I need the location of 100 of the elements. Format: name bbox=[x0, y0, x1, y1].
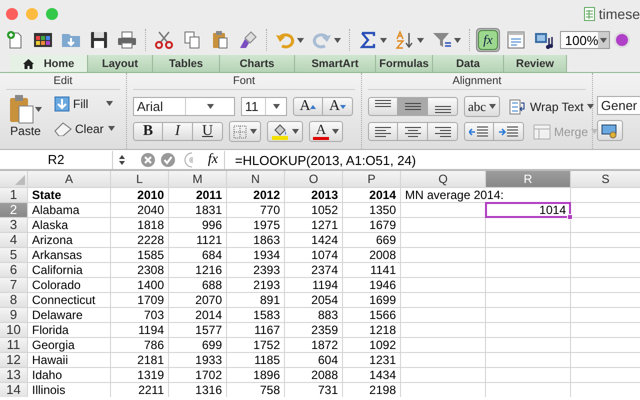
row-header[interactable]: 14 bbox=[0, 383, 27, 397]
table-cell: 1121 bbox=[169, 233, 226, 247]
caret-icon bbox=[35, 106, 42, 112]
caret-icon bbox=[591, 129, 598, 134]
outdent-icon bbox=[469, 126, 489, 138]
row-header[interactable]: 5 bbox=[0, 248, 27, 262]
table-cell: 1218 bbox=[343, 323, 400, 337]
column-header[interactable]: O bbox=[285, 171, 342, 187]
font-color-button[interactable]: A bbox=[309, 121, 343, 142]
table-cell: 2013 bbox=[285, 188, 342, 202]
insert-function-button[interactable]: fx bbox=[208, 152, 218, 168]
table-cell: 1194 bbox=[285, 278, 342, 292]
horizontal-align-button[interactable] bbox=[398, 122, 428, 141]
row-header[interactable]: 6 bbox=[0, 263, 27, 277]
increase-indent-button[interactable] bbox=[494, 122, 524, 141]
column-header[interactable]: M bbox=[169, 171, 226, 187]
table-cell: 1583 bbox=[227, 308, 284, 322]
clear-button[interactable]: Clear bbox=[51, 119, 118, 138]
table-cell: State bbox=[28, 188, 110, 202]
ribbon-tab[interactable]: Data bbox=[433, 55, 504, 72]
formula-builder-button[interactable]: fx bbox=[476, 28, 500, 52]
row-header[interactable]: 10 bbox=[0, 323, 27, 337]
table-cell: Connecticut bbox=[28, 293, 110, 307]
name-box[interactable]: R2 bbox=[0, 151, 113, 169]
table-cell: 2228 bbox=[111, 233, 168, 247]
spreadsheet-file-icon bbox=[584, 7, 595, 21]
fill-button[interactable]: Fill bbox=[51, 94, 118, 113]
caret-icon bbox=[417, 38, 424, 42]
number-format-field[interactable]: Gener bbox=[597, 96, 640, 115]
ribbon-tab[interactable]: Charts bbox=[220, 55, 295, 72]
caret-icon bbox=[272, 104, 280, 109]
borders-button[interactable] bbox=[229, 121, 261, 142]
vertical-align-button[interactable] bbox=[398, 97, 428, 116]
zoom-field[interactable]: 100% bbox=[560, 31, 610, 49]
align-icon bbox=[434, 126, 450, 136]
caret-icon bbox=[586, 104, 594, 109]
decrease-indent-button[interactable] bbox=[464, 122, 494, 141]
table-cell: 604 bbox=[285, 353, 342, 367]
row-header[interactable]: 7 bbox=[0, 278, 27, 292]
printer-icon bbox=[117, 30, 137, 50]
ribbon-tab[interactable]: Tables bbox=[153, 55, 220, 72]
paste-button[interactable]: Paste bbox=[6, 94, 45, 138]
table-cell: 1934 bbox=[227, 248, 284, 262]
table-cell: 1185 bbox=[227, 353, 284, 367]
column-header[interactable]: S bbox=[571, 171, 640, 187]
font-name-field[interactable]: Arial bbox=[133, 97, 235, 116]
wrap-text-button[interactable]: Wrap Text bbox=[506, 97, 597, 116]
selected-cell[interactable]: 1014 bbox=[486, 203, 570, 217]
column-header[interactable]: Q bbox=[401, 171, 485, 187]
copy-icon bbox=[182, 30, 202, 50]
horizontal-align-button[interactable] bbox=[368, 122, 398, 141]
table-cell: 684 bbox=[169, 248, 226, 262]
checkmark-icon[interactable] bbox=[161, 153, 175, 167]
ribbon-tab[interactable]: SmartArt bbox=[295, 55, 376, 72]
grow-font-button[interactable]: A bbox=[293, 97, 323, 116]
cancel-icon[interactable] bbox=[141, 153, 155, 167]
row-header[interactable]: 12 bbox=[0, 353, 27, 367]
formula-field[interactable]: =HLOOKUP(2013, A1:O51, 24) bbox=[225, 152, 416, 168]
fill-handle[interactable] bbox=[567, 214, 573, 220]
row-header[interactable]: 9 bbox=[0, 308, 27, 322]
table-cell: 703 bbox=[111, 308, 168, 322]
row-header[interactable]: 1 bbox=[0, 188, 27, 202]
table-cell: 1434 bbox=[343, 368, 400, 382]
horizontal-align-button[interactable] bbox=[428, 122, 458, 141]
money-icon bbox=[601, 122, 619, 138]
close-button[interactable] bbox=[6, 8, 18, 20]
circle-icon[interactable] bbox=[614, 32, 630, 48]
ribbon-tab[interactable]: Review bbox=[504, 55, 567, 72]
italic-button[interactable]: I bbox=[163, 122, 193, 141]
ribbon-tab[interactable]: Formulas bbox=[376, 55, 433, 72]
column-header[interactable]: P bbox=[343, 171, 400, 187]
fill-color-button[interactable] bbox=[267, 121, 303, 142]
table-cell: 1052 bbox=[285, 203, 342, 217]
window-title: timese bbox=[598, 6, 640, 22]
column-header[interactable]: A bbox=[28, 171, 110, 187]
caret-icon bbox=[332, 129, 339, 134]
bold-button[interactable]: B bbox=[133, 122, 163, 141]
column-header[interactable]: L bbox=[111, 171, 168, 187]
font-size-field[interactable]: 11 bbox=[241, 97, 287, 116]
align-icon bbox=[434, 106, 450, 113]
ribbon-tab[interactable]: Layout bbox=[88, 55, 153, 72]
caret-icon bbox=[600, 38, 608, 42]
orientation-button[interactable]: abc bbox=[464, 96, 500, 117]
underline-button[interactable]: U bbox=[193, 122, 223, 141]
vertical-align-button[interactable] bbox=[428, 97, 458, 116]
column-header[interactable]: N bbox=[227, 171, 284, 187]
shrink-font-button[interactable]: A bbox=[323, 97, 353, 116]
vertical-align-button[interactable] bbox=[368, 97, 398, 116]
row-header[interactable]: 4 bbox=[0, 233, 27, 247]
table-cell: 1831 bbox=[169, 203, 226, 217]
row-header[interactable]: 11 bbox=[0, 338, 27, 352]
table-cell: 1709 bbox=[111, 293, 168, 307]
row-header[interactable]: 3 bbox=[0, 218, 27, 232]
ribbon-tab[interactable]: Home bbox=[10, 55, 88, 72]
row-header[interactable]: 13 bbox=[0, 368, 27, 382]
table-cell: 699 bbox=[169, 338, 226, 352]
row-header[interactable]: 8 bbox=[0, 293, 27, 307]
group-label: Edit bbox=[6, 75, 120, 90]
currency-button[interactable] bbox=[597, 120, 623, 141]
down-triangle-icon bbox=[340, 104, 346, 108]
